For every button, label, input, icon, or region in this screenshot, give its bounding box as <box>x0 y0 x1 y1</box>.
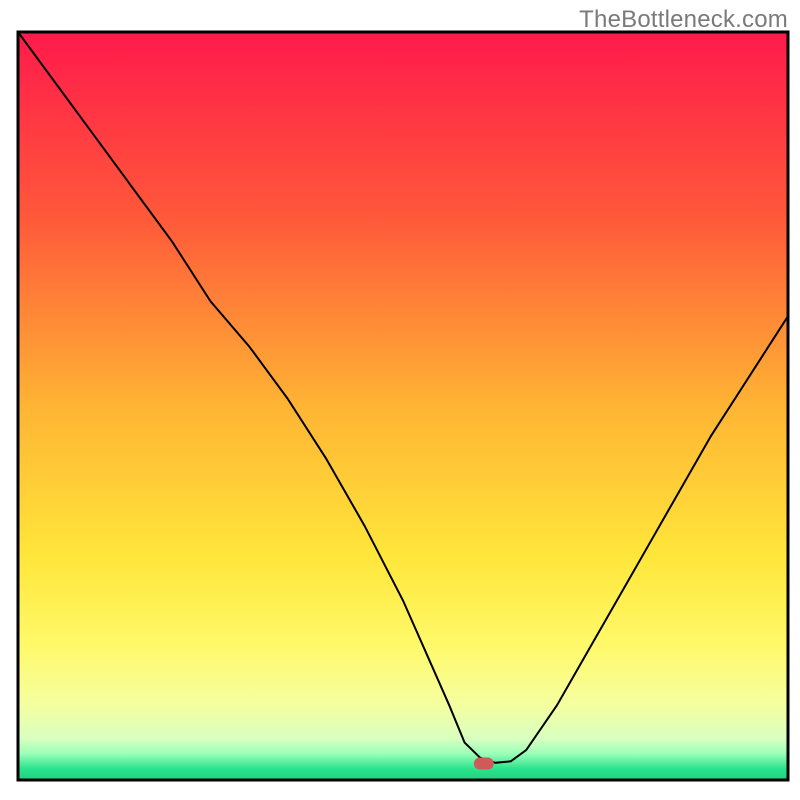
chart-container: TheBottleneck.com <box>0 0 800 800</box>
bottleneck-chart <box>0 0 800 800</box>
plot-background <box>18 32 788 780</box>
watermark-label: TheBottleneck.com <box>579 6 788 34</box>
optimal-marker <box>474 758 494 770</box>
